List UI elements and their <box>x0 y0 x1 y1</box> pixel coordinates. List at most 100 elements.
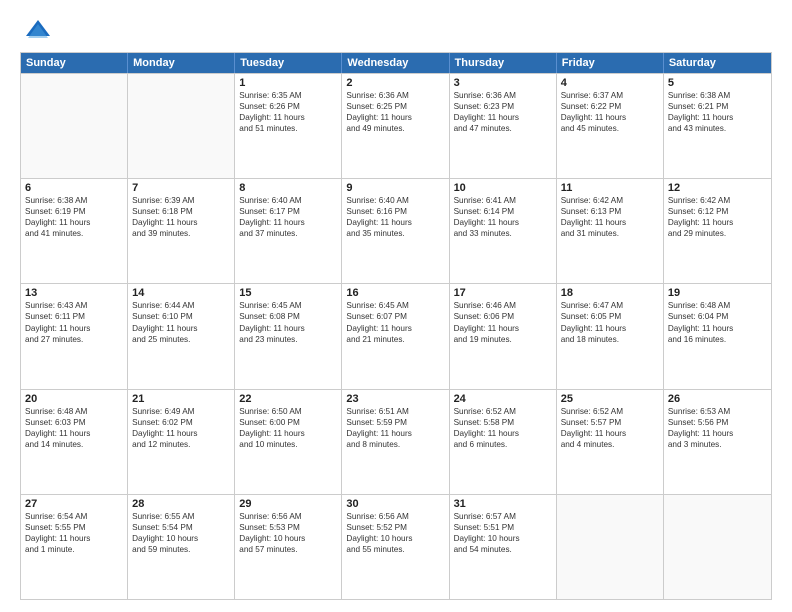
cell-line: Sunset: 5:57 PM <box>561 417 659 428</box>
calendar-header-cell: Sunday <box>21 53 128 73</box>
cell-line: and 51 minutes. <box>239 123 337 134</box>
calendar-cell: 24Sunrise: 6:52 AMSunset: 5:58 PMDayligh… <box>450 390 557 494</box>
cell-line: Sunset: 5:53 PM <box>239 522 337 533</box>
cell-line: Sunrise: 6:51 AM <box>346 406 444 417</box>
cell-line: Sunrise: 6:38 AM <box>668 90 767 101</box>
cell-line: and 16 minutes. <box>668 334 767 345</box>
cell-line: and 49 minutes. <box>346 123 444 134</box>
calendar-cell: 20Sunrise: 6:48 AMSunset: 6:03 PMDayligh… <box>21 390 128 494</box>
cell-line: Sunrise: 6:36 AM <box>454 90 552 101</box>
cell-line: Sunrise: 6:56 AM <box>346 511 444 522</box>
day-number: 25 <box>561 393 659 405</box>
cell-line: Sunrise: 6:45 AM <box>239 300 337 311</box>
cell-line: and 33 minutes. <box>454 228 552 239</box>
cell-line: Daylight: 11 hours <box>454 323 552 334</box>
cell-line: and 45 minutes. <box>561 123 659 134</box>
cell-line: Daylight: 11 hours <box>239 323 337 334</box>
day-number: 23 <box>346 393 444 405</box>
cell-line: and 47 minutes. <box>454 123 552 134</box>
day-number: 26 <box>668 393 767 405</box>
cell-line: and 54 minutes. <box>454 544 552 555</box>
cell-line: and 10 minutes. <box>239 439 337 450</box>
cell-line: Daylight: 11 hours <box>346 217 444 228</box>
cell-line: Sunrise: 6:50 AM <box>239 406 337 417</box>
cell-line: Sunset: 6:14 PM <box>454 206 552 217</box>
cell-line: Sunrise: 6:36 AM <box>346 90 444 101</box>
day-number: 19 <box>668 287 767 299</box>
cell-line: Sunrise: 6:52 AM <box>454 406 552 417</box>
cell-line: Sunset: 6:05 PM <box>561 311 659 322</box>
cell-line: Daylight: 11 hours <box>668 428 767 439</box>
cell-line: Sunrise: 6:40 AM <box>346 195 444 206</box>
cell-line: Sunrise: 6:52 AM <box>561 406 659 417</box>
cell-line: Sunrise: 6:45 AM <box>346 300 444 311</box>
calendar-cell: 15Sunrise: 6:45 AMSunset: 6:08 PMDayligh… <box>235 284 342 388</box>
day-number: 9 <box>346 182 444 194</box>
calendar-cell <box>557 495 664 599</box>
cell-line: Daylight: 10 hours <box>132 533 230 544</box>
cell-line: and 3 minutes. <box>668 439 767 450</box>
calendar-row: 20Sunrise: 6:48 AMSunset: 6:03 PMDayligh… <box>21 389 771 494</box>
calendar-cell: 1Sunrise: 6:35 AMSunset: 6:26 PMDaylight… <box>235 74 342 178</box>
cell-line: and 21 minutes. <box>346 334 444 345</box>
logo <box>20 16 52 44</box>
cell-line: Sunset: 6:07 PM <box>346 311 444 322</box>
cell-line: Sunset: 6:02 PM <box>132 417 230 428</box>
cell-line: Daylight: 11 hours <box>25 428 123 439</box>
calendar-cell <box>21 74 128 178</box>
cell-line: Sunrise: 6:49 AM <box>132 406 230 417</box>
cell-line: and 31 minutes. <box>561 228 659 239</box>
cell-line: and 25 minutes. <box>132 334 230 345</box>
cell-line: and 14 minutes. <box>25 439 123 450</box>
cell-line: and 43 minutes. <box>668 123 767 134</box>
day-number: 17 <box>454 287 552 299</box>
cell-line: Sunset: 5:56 PM <box>668 417 767 428</box>
cell-line: and 37 minutes. <box>239 228 337 239</box>
cell-line: and 55 minutes. <box>346 544 444 555</box>
cell-line: Daylight: 11 hours <box>668 323 767 334</box>
cell-line: Sunset: 5:58 PM <box>454 417 552 428</box>
cell-line: and 59 minutes. <box>132 544 230 555</box>
cell-line: and 39 minutes. <box>132 228 230 239</box>
cell-line: Sunset: 6:13 PM <box>561 206 659 217</box>
cell-line: Sunset: 5:59 PM <box>346 417 444 428</box>
calendar-cell: 25Sunrise: 6:52 AMSunset: 5:57 PMDayligh… <box>557 390 664 494</box>
cell-line: Sunrise: 6:44 AM <box>132 300 230 311</box>
cell-line: Daylight: 11 hours <box>346 428 444 439</box>
cell-line: Sunset: 6:18 PM <box>132 206 230 217</box>
calendar-cell: 28Sunrise: 6:55 AMSunset: 5:54 PMDayligh… <box>128 495 235 599</box>
day-number: 22 <box>239 393 337 405</box>
cell-line: Sunset: 6:25 PM <box>346 101 444 112</box>
calendar-header-cell: Tuesday <box>235 53 342 73</box>
cell-line: and 18 minutes. <box>561 334 659 345</box>
cell-line: Sunset: 6:08 PM <box>239 311 337 322</box>
cell-line: Sunset: 6:23 PM <box>454 101 552 112</box>
cell-line: Daylight: 11 hours <box>561 428 659 439</box>
cell-line: and 8 minutes. <box>346 439 444 450</box>
cell-line: Daylight: 11 hours <box>239 217 337 228</box>
day-number: 29 <box>239 498 337 510</box>
cell-line: Sunset: 6:11 PM <box>25 311 123 322</box>
cell-line: Daylight: 11 hours <box>454 428 552 439</box>
calendar-header-cell: Monday <box>128 53 235 73</box>
day-number: 1 <box>239 77 337 89</box>
calendar-header-cell: Friday <box>557 53 664 73</box>
calendar-cell: 23Sunrise: 6:51 AMSunset: 5:59 PMDayligh… <box>342 390 449 494</box>
cell-line: Daylight: 11 hours <box>561 112 659 123</box>
cell-line: Sunset: 6:22 PM <box>561 101 659 112</box>
cell-line: Sunset: 6:17 PM <box>239 206 337 217</box>
cell-line: and 12 minutes. <box>132 439 230 450</box>
calendar-cell: 18Sunrise: 6:47 AMSunset: 6:05 PMDayligh… <box>557 284 664 388</box>
cell-line: Sunrise: 6:53 AM <box>668 406 767 417</box>
calendar-cell: 16Sunrise: 6:45 AMSunset: 6:07 PMDayligh… <box>342 284 449 388</box>
cell-line: Sunset: 5:52 PM <box>346 522 444 533</box>
calendar-row: 27Sunrise: 6:54 AMSunset: 5:55 PMDayligh… <box>21 494 771 599</box>
calendar-row: 1Sunrise: 6:35 AMSunset: 6:26 PMDaylight… <box>21 73 771 178</box>
cell-line: and 4 minutes. <box>561 439 659 450</box>
cell-line: and 41 minutes. <box>25 228 123 239</box>
cell-line: Sunset: 5:54 PM <box>132 522 230 533</box>
cell-line: Daylight: 11 hours <box>668 112 767 123</box>
cell-line: Sunrise: 6:42 AM <box>668 195 767 206</box>
cell-line: Sunset: 5:55 PM <box>25 522 123 533</box>
calendar-body: 1Sunrise: 6:35 AMSunset: 6:26 PMDaylight… <box>21 73 771 599</box>
